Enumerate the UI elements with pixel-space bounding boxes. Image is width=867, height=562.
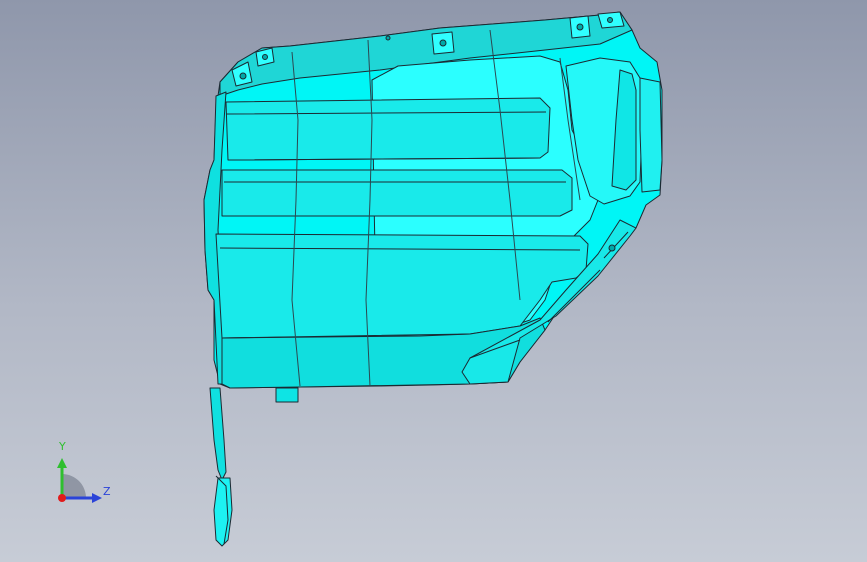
z-axis-label: Z: [103, 485, 111, 498]
triad-quadrant: [62, 474, 86, 498]
rib-1: [225, 97, 551, 161]
y-axis-label: Y: [59, 440, 66, 453]
mount-tab-4: [569, 15, 591, 39]
coordinate-triad: Y Z: [40, 440, 120, 510]
origin-dot: [58, 494, 66, 502]
lower-bracket-strip: [209, 387, 227, 481]
mount-tab-3: [431, 31, 455, 55]
z-axis-arrowhead: [92, 493, 102, 503]
mount-hole-small-2: [608, 244, 616, 252]
mount-hole-small: [385, 35, 391, 41]
sheet-metal-part-model[interactable]: [0, 0, 867, 562]
rib-2: [221, 169, 573, 217]
foot-tab: [275, 387, 299, 403]
right-side-tab: [639, 77, 663, 193]
triad-graphic: [57, 458, 102, 503]
cad-viewport[interactable]: Y Z: [0, 0, 867, 562]
y-axis-arrowhead: [57, 458, 67, 468]
lower-bracket-plate: [213, 477, 233, 547]
mount-tab-5: [597, 11, 625, 29]
